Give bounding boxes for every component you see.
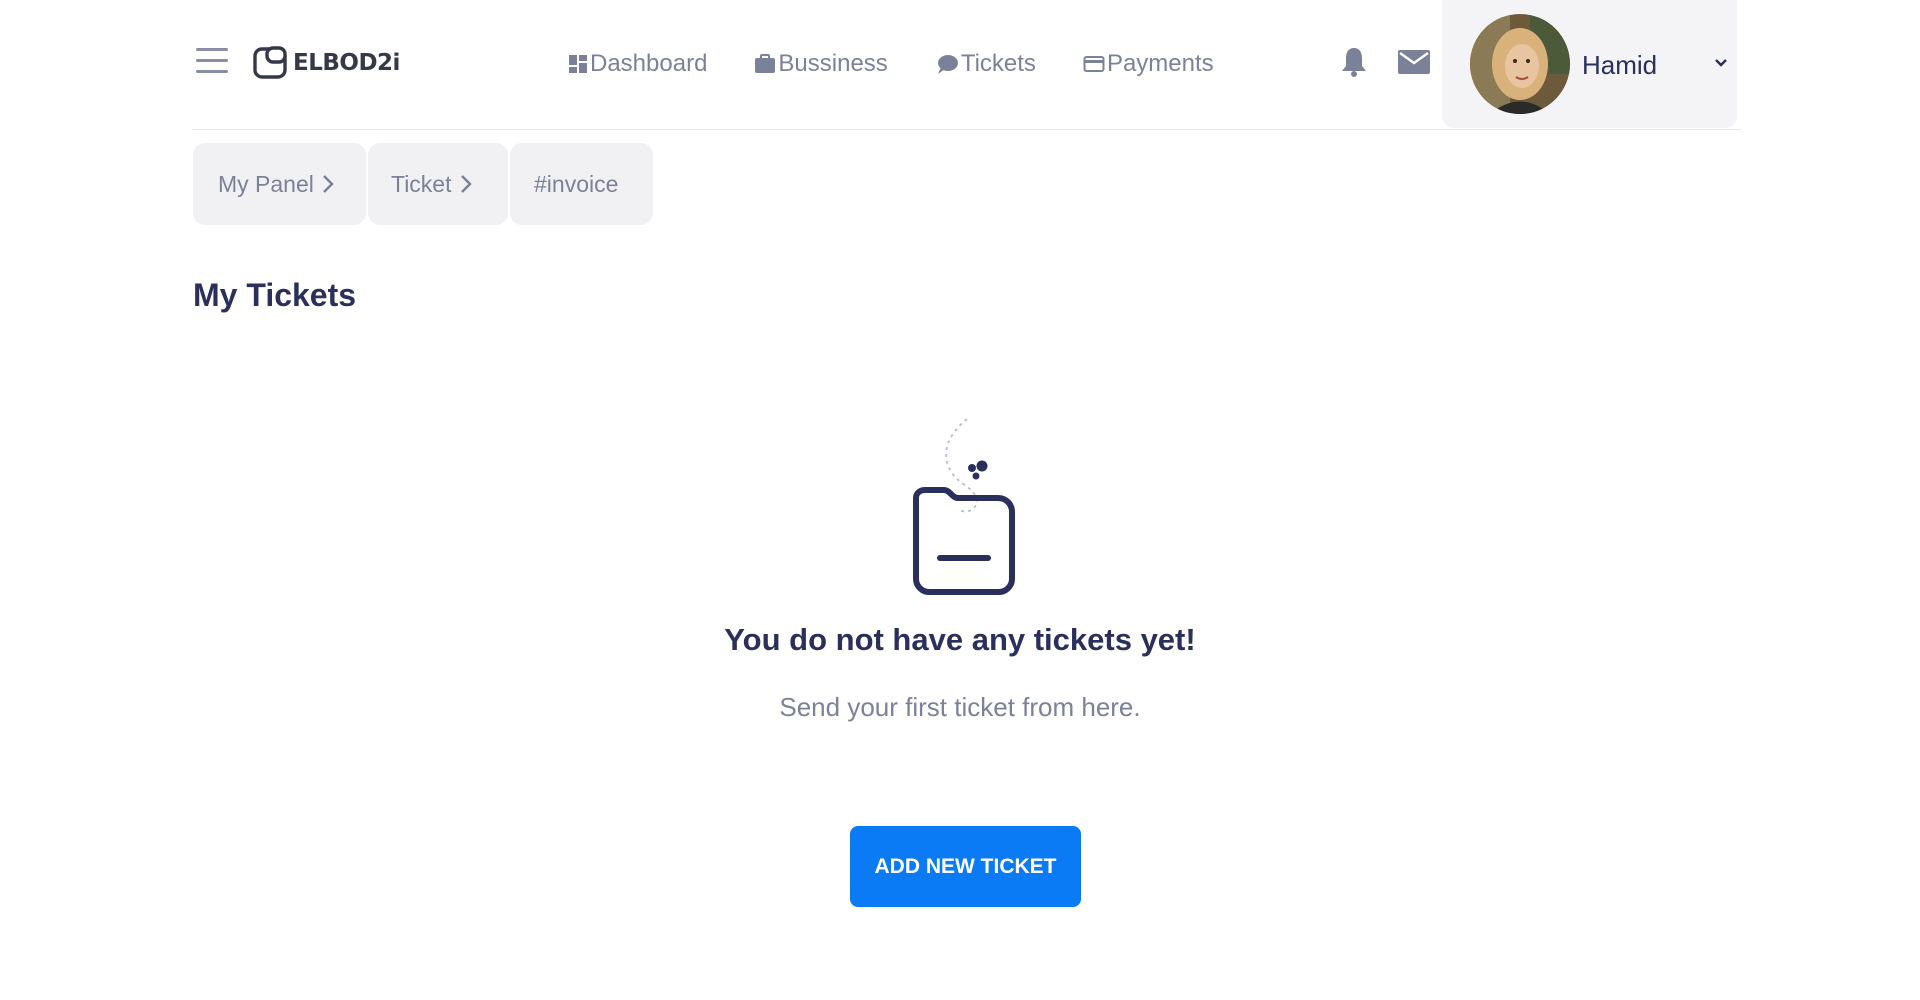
- breadcrumb-ticket[interactable]: Ticket: [368, 143, 508, 225]
- chevron-right-icon: [323, 175, 334, 193]
- breadcrumb-invoice[interactable]: #invoice: [510, 143, 653, 225]
- briefcase-icon: [755, 54, 776, 73]
- nav-tickets-label: Tickets: [960, 50, 1036, 77]
- nav-tickets[interactable]: Tickets: [935, 50, 1036, 78]
- add-new-ticket-button[interactable]: ADD NEW TICKET: [850, 826, 1081, 907]
- empty-state-subtitle: Send your first ticket from here.: [779, 692, 1141, 722]
- breadcrumb-label: #invoice: [534, 170, 619, 197]
- chevron-right-icon: [460, 175, 472, 193]
- empty-state-title: You do not have any tickets yet!: [724, 622, 1196, 657]
- brand-logo[interactable]: ELBOD2i: [253, 46, 400, 80]
- breadcrumb-label: Ticket: [391, 170, 452, 197]
- main-nav: Dashboard Bussiness Tickets Payments: [568, 50, 1261, 78]
- notification-bell-icon[interactable]: [1340, 46, 1368, 78]
- nav-dashboard[interactable]: Dashboard: [568, 50, 707, 78]
- top-header: ELBOD2i Dashboard Bussiness Tickets Paym…: [192, 0, 1742, 130]
- credit-card-icon: [1083, 56, 1105, 72]
- user-name: Hamid: [1582, 50, 1658, 80]
- brand-name: ELBOD2i: [293, 50, 400, 76]
- breadcrumb-label: My Panel: [218, 170, 314, 197]
- mail-icon[interactable]: [1398, 50, 1430, 74]
- empty-folder-icon: [913, 418, 1015, 595]
- page-title: My Tickets: [193, 277, 357, 313]
- logo-mark-icon: [253, 46, 287, 79]
- breadcrumb: My Panel Ticket #invoice: [193, 143, 655, 225]
- nav-business[interactable]: Bussiness: [754, 50, 888, 78]
- nav-dashboard-label: Dashboard: [590, 50, 708, 77]
- dashboard-icon: [569, 55, 587, 73]
- avatar: [1470, 14, 1570, 114]
- chevron-down-icon: [1715, 59, 1727, 67]
- breadcrumb-my-panel[interactable]: My Panel: [193, 143, 366, 225]
- user-profile-menu[interactable]: Hamid: [1442, 0, 1737, 128]
- nav-business-label: Bussiness: [778, 50, 888, 77]
- nav-payments-label: Payments: [1106, 50, 1214, 77]
- chat-bubble-icon: [937, 55, 958, 74]
- hamburger-menu-icon[interactable]: [196, 48, 228, 78]
- nav-payments[interactable]: Payments: [1083, 50, 1214, 78]
